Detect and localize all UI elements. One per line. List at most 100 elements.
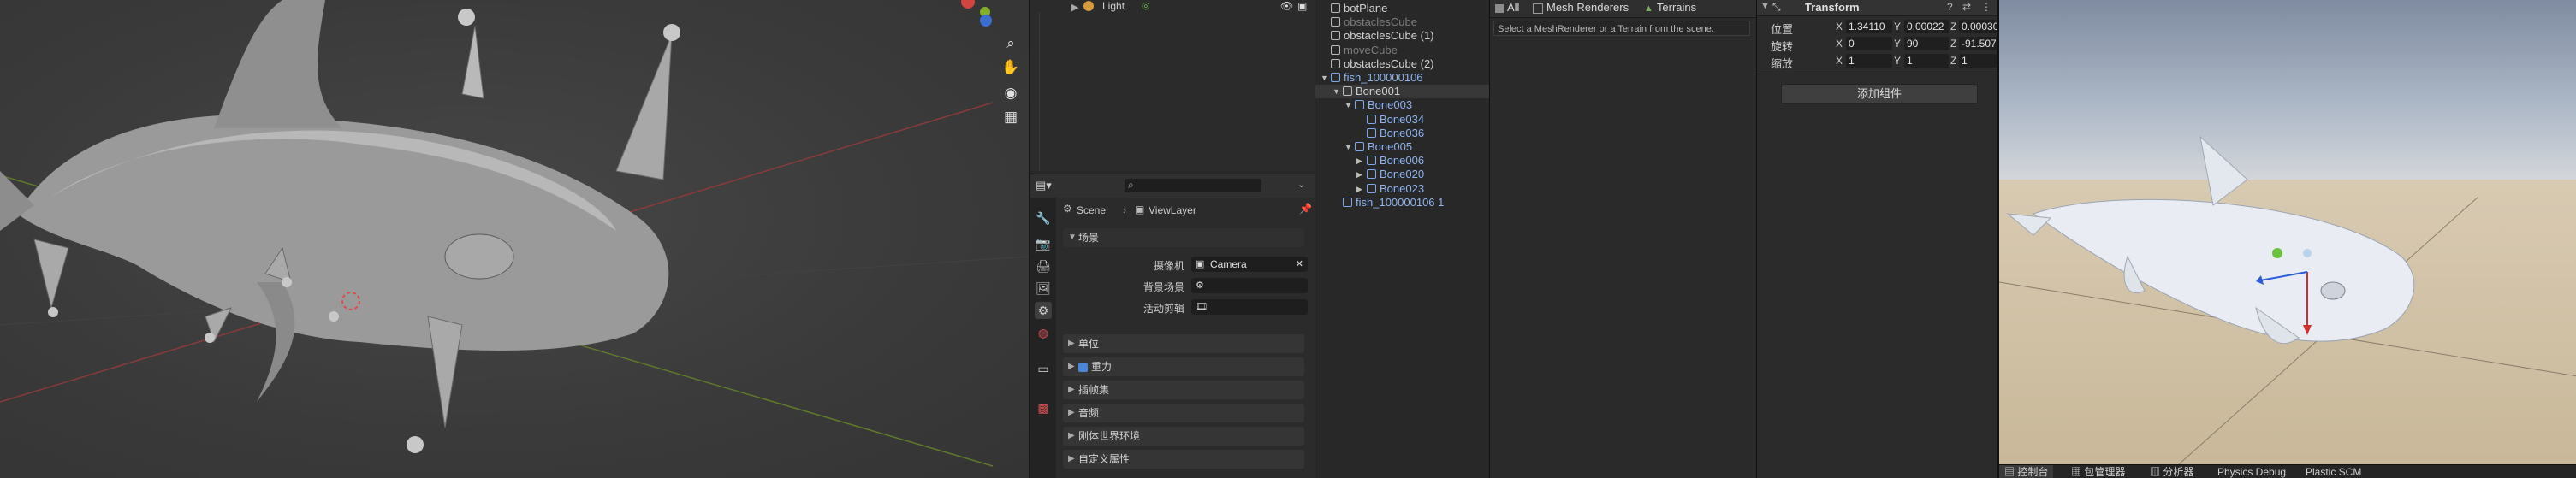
tab-profiler-label: 分析器 <box>2163 466 2194 478</box>
expand-arrow-icon[interactable]: ▼ <box>1321 71 1328 85</box>
grid-ortho-icon[interactable]: ▦ <box>1000 106 1022 128</box>
unity-game-view[interactable]: ▤ 控制台 ▦ 包管理器 ▥ 分析器 Physics Debug Plastic… <box>1997 0 2576 478</box>
editor-type-icon[interactable]: ▤▾ <box>1036 179 1052 192</box>
section-keying-sets[interactable]: ▶ 插帧集 <box>1063 381 1304 399</box>
render-properties-icon[interactable]: 📷 <box>1035 235 1052 252</box>
gameobject-cube-icon <box>1355 100 1364 110</box>
add-component-button[interactable]: 添加组件 <box>1781 84 1978 104</box>
view-layer-icon[interactable]: 🖼 <box>1035 280 1052 297</box>
hierarchy-item-label: Bone003 <box>1368 98 1413 112</box>
gameobject-cube-icon <box>1367 183 1376 193</box>
hierarchy-item[interactable]: ▶ Bone020 <box>1315 168 1490 181</box>
tab-profiler[interactable]: ▥ 分析器 <box>2150 465 2193 478</box>
section-gravity[interactable]: ▶ 重力 <box>1063 357 1304 376</box>
tab-mesh-renderers[interactable]: Mesh Renderers <box>1533 0 1629 15</box>
tab-console[interactable]: ▤ 控制台 <box>1999 465 2054 478</box>
texture-icon[interactable]: ▩ <box>1035 399 1052 416</box>
hierarchy-item[interactable]: fish_100000106 1 <box>1315 196 1490 209</box>
clear-x-icon[interactable]: ✕ <box>1296 257 1303 272</box>
output-properties-icon[interactable]: 🖨 <box>1035 257 1052 274</box>
outliner[interactable]: ▶ Light ◎ 👁 ▣ <box>1030 0 1316 171</box>
hierarchy-item-label: fish_100000106 1 <box>1356 195 1445 209</box>
pin-icon[interactable]: 📌 <box>1299 203 1312 215</box>
tab-physics-debug[interactable]: Physics Debug <box>2217 465 2286 478</box>
position-z-field[interactable]: 0.00030 <box>1959 20 1997 33</box>
expand-arrow-icon: ▼ <box>1068 233 1077 242</box>
hierarchy-item[interactable]: ▼ Bone003 <box>1315 98 1490 112</box>
hierarchy-item[interactable]: ▶ Bone023 <box>1315 182 1490 196</box>
expand-arrow-icon[interactable]: ▼ <box>1344 98 1352 112</box>
collapsed-arrow-icon: ▶ <box>1068 454 1075 463</box>
tab-all-label: All <box>1507 1 1520 14</box>
render-camera-icon[interactable]: ▣ <box>1297 0 1307 12</box>
background-scene-field[interactable]: ⚙ <box>1191 278 1308 293</box>
scene-properties-icon[interactable]: ⚙ <box>1035 302 1052 319</box>
tab-terrains[interactable]: ▲ Terrains <box>1644 0 1696 16</box>
scale-x-field[interactable]: 1 <box>1846 54 1892 68</box>
section-units[interactable]: ▶ 单位 <box>1063 334 1304 353</box>
light-icon <box>1083 1 1094 11</box>
collapsed-arrow-icon[interactable]: ▶ <box>1356 154 1362 168</box>
outliner-item-light[interactable]: Light <box>1102 0 1125 12</box>
collection-icon[interactable]: ▭ <box>1035 360 1052 377</box>
help-icon[interactable]: ? <box>1947 1 1953 13</box>
preset-icon[interactable]: ⇄ <box>1962 1 1971 13</box>
position-x-field[interactable]: 1.34110 <box>1846 20 1892 33</box>
tab-package-manager[interactable]: ▦ 包管理器 <box>2071 465 2125 478</box>
hierarchy-item[interactable]: obstaclesCube (2) <box>1315 57 1490 71</box>
scale-z-field[interactable]: 1 <box>1959 54 1997 68</box>
hierarchy-item[interactable]: ▼ fish_100000106 <box>1315 71 1490 85</box>
transform-component-header[interactable]: ▼ ⤡ Transform ? ⇄ ⋮ <box>1757 0 1998 16</box>
expand-arrow-icon[interactable]: ▼ <box>1344 140 1352 154</box>
zoom-icon[interactable]: ⌕ <box>1000 32 1022 55</box>
hierarchy-item[interactable]: moveCube <box>1315 44 1490 57</box>
tab-mesh-label: Mesh Renderers <box>1546 1 1629 14</box>
tab-plastic-scm[interactable]: Plastic SCM <box>2306 465 2361 478</box>
blender-3d-viewport[interactable]: ⌕ ✋ ◉ ▦ <box>0 0 1029 478</box>
scale-y-field[interactable]: 1 <box>1904 54 1949 68</box>
scale-label: 缩放 <box>1771 57 1794 70</box>
section-rigid-body-world[interactable]: ▶ 刚体世界环境 <box>1063 427 1304 446</box>
hand-pan-icon[interactable]: ✋ <box>1000 56 1022 79</box>
more-options-icon[interactable]: ⋮ <box>1981 1 1991 13</box>
hierarchy-item[interactable]: ▼ Bone001 <box>1315 85 1490 99</box>
fish-model <box>2032 198 2415 342</box>
expand-arrow-icon[interactable]: ▼ <box>1333 85 1340 98</box>
section-scene[interactable]: ▼ 场景 <box>1063 228 1304 247</box>
gameobject-cube-icon <box>1343 197 1352 207</box>
camera-field[interactable]: ▣ Camera ✕ <box>1191 257 1308 272</box>
hierarchy-item[interactable]: Bone036 <box>1315 127 1490 140</box>
properties-search-input[interactable]: ⌕ <box>1125 179 1261 192</box>
position-y-field[interactable]: 0.00022 <box>1904 20 1949 33</box>
hierarchy-item-label: obstaclesCube (1) <box>1344 29 1434 43</box>
collapsed-arrow-icon: ▶ <box>1068 339 1075 348</box>
collapsed-arrow-icon[interactable]: ▶ <box>1356 182 1362 196</box>
hierarchy-item[interactable]: ▼ Bone005 <box>1315 140 1490 154</box>
hierarchy-item[interactable]: obstaclesCube <box>1315 15 1490 29</box>
visibility-eye-icon[interactable]: 👁 <box>1280 0 1293 12</box>
hierarchy-item[interactable]: obstaclesCube (1) <box>1315 29 1490 43</box>
outliner-expand-icon[interactable]: ▶ <box>1071 2 1078 13</box>
gravity-checkbox[interactable] <box>1078 363 1088 373</box>
rotation-z-field[interactable]: -91.507 <box>1959 37 1997 50</box>
terrain-icon: ▲ <box>1644 3 1653 14</box>
section-custom-properties[interactable]: ▶ 自定义属性 <box>1063 450 1304 469</box>
world-properties-icon[interactable]: ◍ <box>1035 324 1052 341</box>
camera-view-icon[interactable]: ◉ <box>1000 82 1022 104</box>
section-audio[interactable]: ▶ 音频 <box>1063 404 1304 422</box>
foldout-arrow-icon[interactable]: ▼ <box>1760 1 1770 11</box>
hierarchy-item[interactable]: botPlane <box>1315 2 1490 15</box>
tab-all[interactable]: All <box>1495 0 1519 15</box>
viewlayer-icon: ▣ <box>1135 204 1145 215</box>
collapsed-arrow-icon[interactable]: ▶ <box>1356 168 1362 181</box>
hierarchy-item[interactable]: Bone034 <box>1315 113 1490 127</box>
bottom-panel-tabs: ▤ 控制台 ▦ 包管理器 ▥ 分析器 Physics Debug Plastic… <box>1999 464 2576 478</box>
active-clip-field[interactable]: 🎞 <box>1191 299 1308 315</box>
hierarchy-item[interactable]: ▶ Bone006 <box>1315 154 1490 168</box>
rotation-y-field[interactable]: 90 <box>1904 37 1949 50</box>
axis-y-label: Y <box>1894 55 1902 67</box>
chevron-down-icon[interactable]: ⌄ <box>1297 179 1305 190</box>
rotation-x-field[interactable]: 0 <box>1846 37 1892 50</box>
tab-package-label: 包管理器 <box>2084 466 2126 478</box>
tool-settings-icon[interactable]: 🔧 <box>1035 209 1052 227</box>
